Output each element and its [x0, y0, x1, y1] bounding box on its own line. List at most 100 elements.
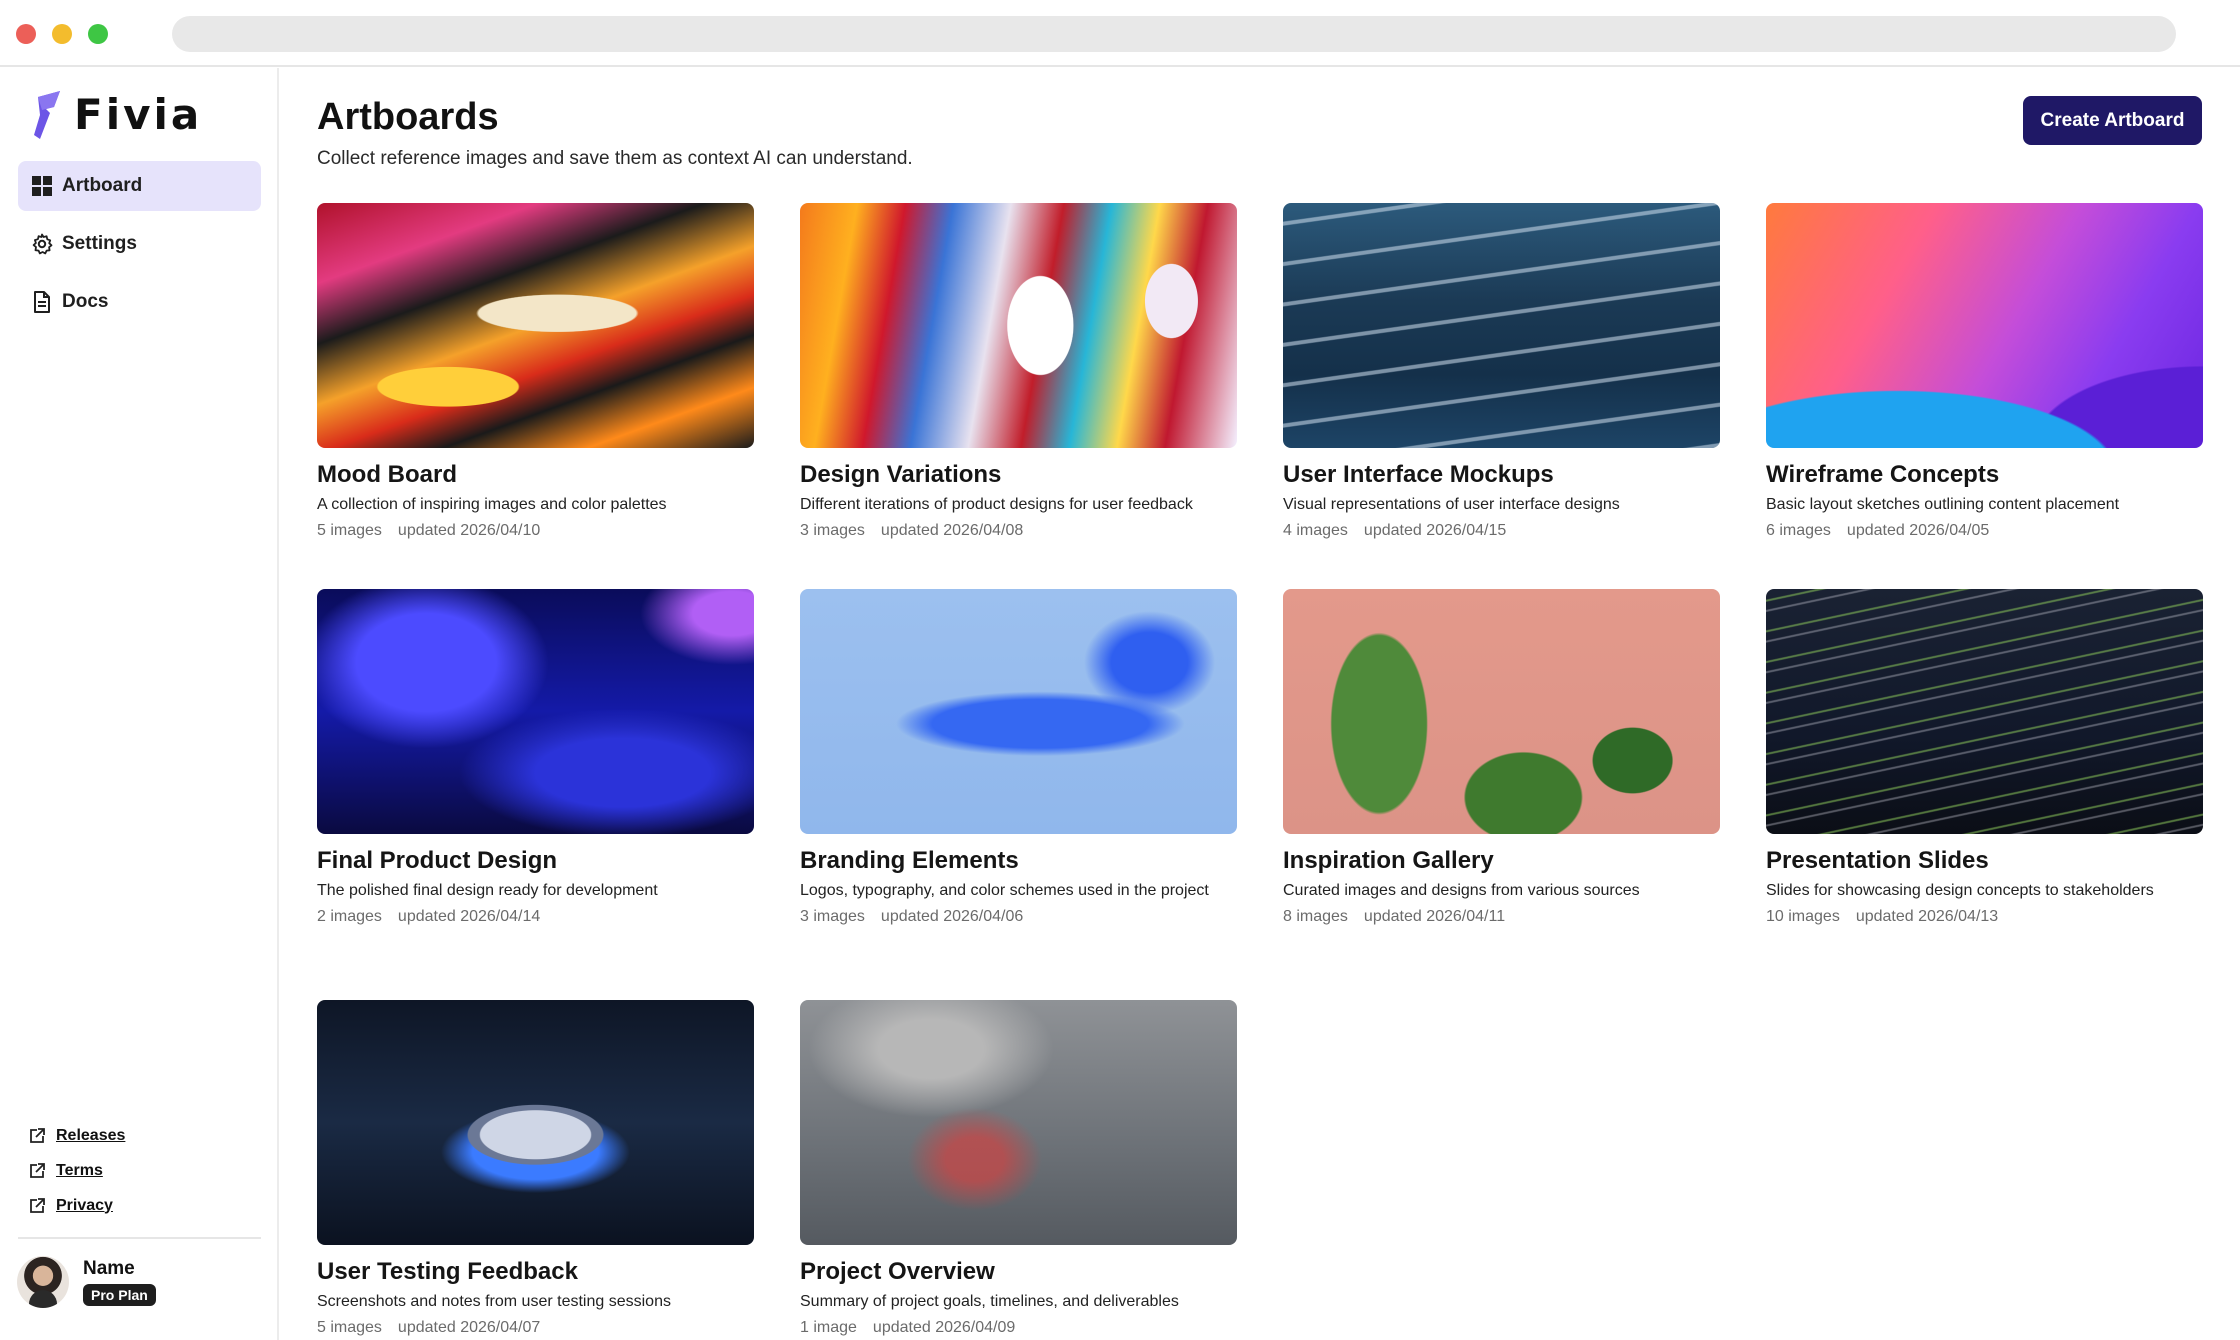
- artboard-title: Mood Board: [317, 461, 457, 488]
- artboard-card[interactable]: Mood Board A collection of inspiring ima…: [317, 203, 754, 544]
- artboard-title: Design Variations: [800, 461, 1002, 488]
- artboard-meta: 8 images updated 2026/04/11: [1283, 904, 1720, 930]
- image-count: 5 images: [317, 522, 382, 539]
- artboard-title: Branding Elements: [800, 847, 1019, 874]
- artboard-card[interactable]: Design Variations Different iterations o…: [800, 203, 1237, 544]
- page-title: Artboards: [317, 96, 499, 138]
- artboard-thumbnail: [1766, 203, 2203, 448]
- main-content: Artboards Collect reference images and s…: [281, 68, 2240, 1340]
- artboard-description: Summary of project goals, timelines, and…: [800, 1293, 1179, 1310]
- updated-date: updated 2026/04/11: [1363, 908, 1506, 925]
- artboard-card[interactable]: Project Overview Summary of project goal…: [800, 1000, 1237, 1340]
- artboard-card[interactable]: Presentation Slides Slides for showcasin…: [1766, 589, 2203, 930]
- artboard-title: User Interface Mockups: [1283, 461, 1554, 488]
- browser-titlebar: [0, 0, 2240, 67]
- artboard-description: A collection of inspiring images and col…: [317, 496, 667, 513]
- sidebar: Fivia Artboard Settings Docs Releases Te…: [0, 68, 279, 1340]
- sidebar-item-label: Artboard: [62, 175, 143, 196]
- footer-links: Releases Terms Privacy: [28, 1118, 125, 1223]
- artboard-meta: 2 images updated 2026/04/14: [317, 904, 754, 930]
- artboard-thumbnail: [800, 203, 1237, 448]
- artboard-description: Curated images and designs from various …: [1283, 882, 1640, 899]
- create-artboard-button[interactable]: Create Artboard: [2023, 96, 2202, 145]
- grid-icon: [32, 176, 52, 196]
- artboard-thumbnail: [1283, 589, 1720, 834]
- releases-link-row: Releases: [28, 1118, 125, 1153]
- artboard-card[interactable]: User Testing Feedback Screenshots and no…: [317, 1000, 754, 1340]
- updated-date: updated 2026/04/05: [1846, 522, 1990, 539]
- terms-link[interactable]: Terms: [56, 1162, 103, 1180]
- image-count: 3 images: [800, 908, 865, 925]
- image-count: 1 image: [800, 1319, 857, 1336]
- image-count: 4 images: [1283, 522, 1348, 539]
- artboard-thumbnail: [800, 589, 1237, 834]
- artboard-description: Different iterations of product designs …: [800, 496, 1193, 513]
- artboard-description: Logos, typography, and color schemes use…: [800, 882, 1209, 899]
- address-bar[interactable]: [172, 16, 2176, 52]
- image-count: 8 images: [1283, 908, 1348, 925]
- plan-badge: Pro Plan: [83, 1284, 156, 1306]
- artboard-card[interactable]: Wireframe Concepts Basic layout sketches…: [1766, 203, 2203, 544]
- image-count: 6 images: [1766, 522, 1831, 539]
- app-window: Fivia Artboard Settings Docs Releases Te…: [0, 0, 2240, 1340]
- sidebar-item-settings[interactable]: Settings: [18, 219, 261, 269]
- sidebar-divider: [18, 1237, 261, 1239]
- image-count: 3 images: [800, 522, 865, 539]
- updated-date: updated 2026/04/08: [880, 522, 1024, 539]
- privacy-link-row: Privacy: [28, 1188, 125, 1223]
- user-info: Name Pro Plan: [83, 1258, 156, 1306]
- artboard-thumbnail: [317, 1000, 754, 1245]
- updated-date: updated 2026/04/07: [397, 1319, 541, 1336]
- artboard-meta: 4 images updated 2026/04/15: [1283, 518, 1720, 544]
- artboard-card[interactable]: User Interface Mockups Visual representa…: [1283, 203, 1720, 544]
- artboard-thumbnail: [317, 203, 754, 448]
- artboard-meta: 6 images updated 2026/04/05: [1766, 518, 2203, 544]
- image-count: 2 images: [317, 908, 382, 925]
- artboard-title: Wireframe Concepts: [1766, 461, 2000, 488]
- external-link-icon: [30, 1162, 45, 1178]
- sidebar-item-label: Docs: [62, 291, 109, 312]
- user-name: Name: [83, 1258, 135, 1279]
- updated-date: updated 2026/04/06: [880, 908, 1024, 925]
- artboard-title: User Testing Feedback: [317, 1258, 578, 1285]
- sidebar-nav: Artboard Settings Docs: [18, 161, 261, 335]
- gear-icon: [32, 233, 53, 255]
- artboard-meta: 10 images updated 2026/04/13: [1766, 904, 2203, 930]
- artboard-thumbnail: [800, 1000, 1237, 1245]
- page-subtitle: Collect reference images and save them a…: [317, 148, 913, 169]
- artboard-card[interactable]: Final Product Design The polished final …: [317, 589, 754, 930]
- artboard-meta: 3 images updated 2026/04/06: [800, 904, 1237, 930]
- app-name: Fivia: [74, 90, 203, 139]
- artboard-title: Presentation Slides: [1766, 847, 1989, 874]
- close-window-button[interactable]: [16, 24, 36, 44]
- logo-icon: [34, 91, 60, 139]
- maximize-window-button[interactable]: [88, 24, 108, 44]
- document-icon: [34, 291, 50, 313]
- external-link-icon: [30, 1197, 45, 1213]
- image-count: 10 images: [1766, 908, 1840, 925]
- updated-date: updated 2026/04/15: [1363, 522, 1507, 539]
- artboard-description: Visual representations of user interface…: [1283, 496, 1620, 513]
- updated-date: updated 2026/04/09: [872, 1319, 1016, 1336]
- user-profile[interactable]: Name Pro Plan: [17, 1256, 156, 1308]
- sidebar-item-docs[interactable]: Docs: [18, 277, 261, 327]
- updated-date: updated 2026/04/10: [397, 522, 541, 539]
- app-logo[interactable]: Fivia: [32, 90, 202, 140]
- releases-link[interactable]: Releases: [56, 1127, 125, 1145]
- artboard-meta: 1 image updated 2026/04/09: [800, 1315, 1237, 1340]
- updated-date: updated 2026/04/14: [397, 908, 541, 925]
- artboard-thumbnail: [1283, 203, 1720, 448]
- artboard-meta: 5 images updated 2026/04/07: [317, 1315, 754, 1340]
- artboard-title: Final Product Design: [317, 847, 558, 874]
- artboard-description: The polished final design ready for deve…: [317, 882, 658, 899]
- avatar: [17, 1256, 69, 1308]
- artboard-card[interactable]: Branding Elements Logos, typography, and…: [800, 589, 1237, 930]
- minimize-window-button[interactable]: [52, 24, 72, 44]
- artboard-card[interactable]: Inspiration Gallery Curated images and d…: [1283, 589, 1720, 930]
- artboard-thumbnail: [317, 589, 754, 834]
- artboard-meta: 5 images updated 2026/04/10: [317, 518, 754, 544]
- privacy-link[interactable]: Privacy: [56, 1197, 113, 1215]
- sidebar-item-artboard[interactable]: Artboard: [18, 161, 261, 211]
- updated-date: updated 2026/04/13: [1855, 908, 1999, 925]
- artboard-description: Screenshots and notes from user testing …: [317, 1293, 671, 1310]
